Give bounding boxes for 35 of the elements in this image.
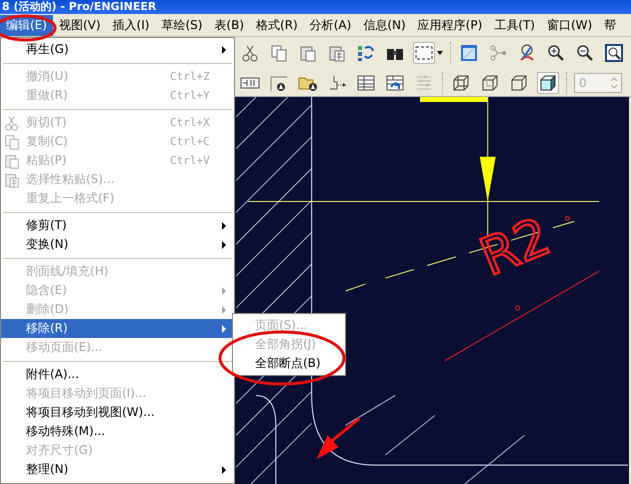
menu-item[interactable]: 移除(R)	[1, 319, 234, 338]
menu-bar-item[interactable]: 表(B)	[208, 14, 250, 36]
shortcut-label: Ctrl+Z	[170, 70, 211, 83]
menu-bar-item[interactable]: 工具(T)	[488, 14, 541, 36]
menu-bar-item[interactable]: 草绘(S)	[155, 14, 208, 36]
shortcut-label: Ctrl+C	[170, 135, 211, 148]
menu-item[interactable]: 修剪(T)	[1, 216, 234, 235]
shortcut-label: Ctrl+X	[170, 116, 211, 129]
shading-icon[interactable]	[458, 42, 480, 64]
selection-box-icon[interactable]	[413, 42, 435, 64]
menu-item[interactable]: 再生(G)	[1, 40, 234, 59]
menu-bar-item[interactable]: 分析(A)	[304, 14, 358, 36]
menu-item[interactable]: 移动特殊(M)...	[1, 422, 234, 441]
menu-bar-item[interactable]: 插入(I)	[106, 14, 156, 36]
menu-bar-item[interactable]: 窗口(W)	[540, 14, 598, 36]
menu-bar-item[interactable]: 格式(R)	[250, 14, 304, 36]
menu-item[interactable]: 整理(N)	[1, 460, 234, 479]
window-title: 8 (活动的) - Pro/ENGINEER	[0, 0, 631, 14]
caret-icon[interactable]	[437, 51, 443, 55]
menu-bar-item[interactable]: 应用程序(P)	[412, 14, 488, 36]
menu-item[interactable]: 附件(A)...	[1, 365, 234, 384]
menu-bar-item[interactable]: 信息(N)	[357, 14, 412, 36]
copy-icon	[3, 132, 21, 150]
scissors-icon	[3, 114, 21, 132]
menu-item[interactable]: 变换(N)	[1, 235, 234, 254]
dimension-label: R2	[472, 206, 558, 288]
refit-icon[interactable]	[603, 42, 625, 64]
shortcut-label: Ctrl+Y	[170, 89, 211, 102]
shortcut-label: Ctrl+V	[170, 154, 211, 167]
shaded-cube-icon[interactable]	[537, 72, 559, 94]
menu-bar-item[interactable]: 视图(V)	[52, 14, 107, 36]
menu-item[interactable]: 将项目移动到视图(W)...	[1, 403, 234, 422]
menu-item[interactable]: 全部断点(B)	[233, 354, 345, 373]
menu-bar-item[interactable]: 帮	[598, 14, 622, 36]
annotation-arrow	[316, 417, 360, 460]
